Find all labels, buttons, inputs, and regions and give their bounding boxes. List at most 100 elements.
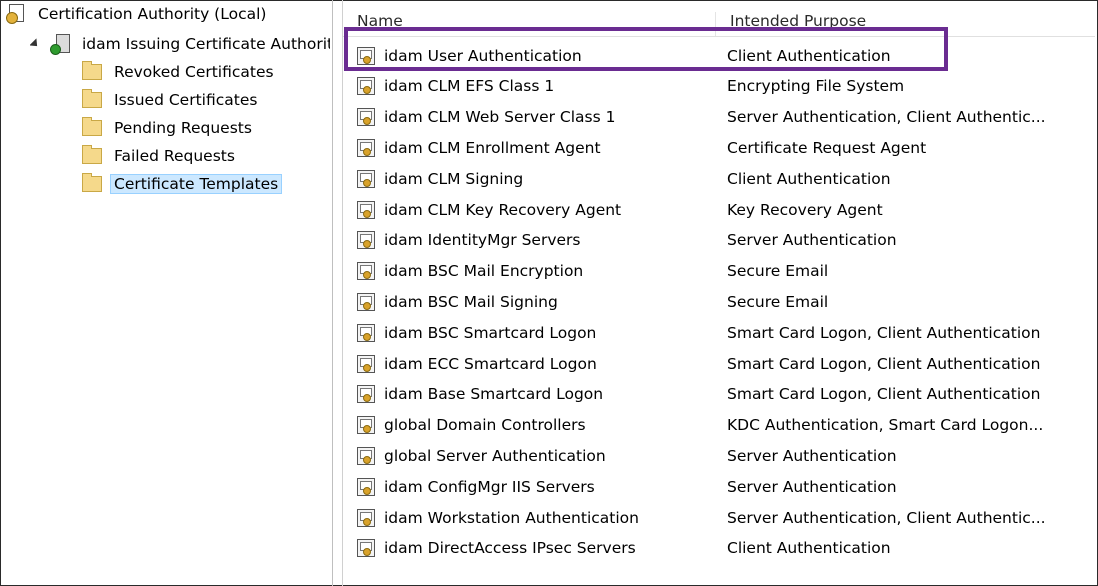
template-name: idam CLM EFS Class 1 [384,77,555,96]
intended-purpose: Server Authentication [727,477,897,496]
tree-item-label: Pending Requests [114,119,252,137]
name-cell: idam Workstation Authentication [343,508,727,527]
name-cell: idam CLM Signing [343,169,727,188]
table-row[interactable]: global Server Authentication Server Authe… [343,440,1095,471]
intended-purpose: Certificate Request Agent [727,138,927,157]
intended-purpose: Secure Email [727,262,829,281]
name-cell: idam BSC Mail Signing [343,292,727,311]
name-cell: idam ConfigMgr IIS Servers [343,477,727,496]
tree-item-pending[interactable]: Pending Requests [82,114,256,142]
table-row[interactable]: idam BSC Smartcard Logon Smart Card Logon… [343,317,1095,348]
intended-purpose: Key Recovery Agent [727,200,883,219]
certificate-template-icon [357,477,375,496]
tree-item-failed[interactable]: Failed Requests [82,142,239,170]
certificate-template-icon [357,231,375,250]
name-cell: idam CLM Web Server Class 1 [343,108,727,127]
console-tree: Certification Authority (Local) idam Iss… [0,0,333,586]
template-list: Name Intended Purpose idam User Authenti… [342,0,1095,586]
certificate-template-icon [357,169,375,188]
tree-item-label: Issued Certificates [114,91,258,109]
intended-purpose: Server Authentication [727,446,897,465]
certificate-template-icon [357,108,375,127]
table-row[interactable]: idam CLM Key Recovery Agent Key Recovery … [343,194,1095,225]
template-name: idam Base Smartcard Logon [384,385,604,404]
template-name: idam CLM Signing [384,169,524,188]
table-row[interactable]: idam CLM EFS Class 1 Encrypting File Syst… [343,71,1095,102]
tree-item-label: Certificate Templates [110,174,283,194]
certificate-template-icon [357,292,375,311]
table-row[interactable]: idam CLM Signing Client Authentication [343,163,1095,194]
intended-purpose: Client Authentication [727,46,891,65]
intended-purpose: Secure Email [727,292,829,311]
intended-purpose: KDC Authentication, Smart Card Logon... [727,416,1044,435]
column-header-name[interactable]: Name [343,12,713,36]
name-cell: idam User Authentication [343,46,727,65]
intended-purpose: Client Authentication [727,169,891,188]
table-row[interactable]: idam BSC Mail Encryption Secure Email [343,256,1095,287]
template-name: idam Workstation Authentication [384,508,639,527]
certificate-template-icon [357,77,375,96]
table-row[interactable]: idam Workstation Authentication Server Au… [343,502,1095,533]
tree-item-root[interactable]: Certification Authority (Local) [6,0,270,28]
folder-icon [82,89,102,108]
template-name: idam ECC Smartcard Logon [384,354,597,373]
intended-purpose: Server Authentication, Client Authentic.… [727,108,1046,127]
intended-purpose: Smart Card Logon, Client Authentication [727,354,1041,373]
table-row[interactable]: idam ConfigMgr IIS Servers Server Authent… [343,471,1095,502]
certificate-template-icon [357,385,375,404]
certificate-template-icon [357,354,375,373]
intended-purpose: Server Authentication, Client Authentic.… [727,508,1046,527]
template-name: idam CLM Enrollment Agent [384,138,601,157]
certificate-template-icon [357,539,375,558]
table-row[interactable]: idam Base Smartcard Logon Smart Card Logo… [343,379,1095,410]
tree-item-templates[interactable]: Certificate Templates [82,170,283,198]
intended-purpose: Server Authentication [727,231,897,250]
table-row[interactable]: idam CLM Enrollment Agent Certificate Req… [343,132,1095,163]
table-row[interactable]: idam DirectAccess IPsec Servers Client Au… [343,533,1095,564]
intended-purpose: Client Authentication [727,539,891,558]
name-cell: idam BSC Mail Encryption [343,262,727,281]
template-name: idam User Authentication [384,46,582,65]
name-cell: idam CLM Enrollment Agent [343,138,727,157]
table-row[interactable]: idam IdentityMgr Servers Server Authentic… [343,225,1095,256]
template-name: idam CLM Web Server Class 1 [384,108,616,127]
name-cell: global Domain Controllers [343,416,727,435]
certificate-template-icon [357,416,375,435]
certificate-template-icon [357,262,375,281]
name-cell: global Server Authentication [343,446,727,465]
name-cell: idam CLM Key Recovery Agent [343,200,727,219]
template-name: global Server Authentication [384,446,606,465]
certificate-template-icon [357,323,375,342]
intended-purpose: Smart Card Logon, Client Authentication [727,323,1041,342]
tree-item-label: idam Issuing Certificate Authority [82,35,330,53]
tree-item-issued[interactable]: Issued Certificates [82,86,261,114]
certificate-template-icon [357,138,375,157]
table-row[interactable]: idam User Authentication Client Authentic… [343,40,1095,71]
name-cell: idam ECC Smartcard Logon [343,354,727,373]
tree-item-ca[interactable]: idam Issuing Certificate Authority [30,30,330,58]
name-cell: idam CLM EFS Class 1 [343,77,727,96]
certificate-template-icon [357,446,375,465]
expand-arrow-icon[interactable] [30,38,41,50]
certificate-template-icon [357,200,375,219]
tree-item-revoked[interactable]: Revoked Certificates [82,58,278,86]
certificate-authority-icon [6,4,28,24]
table-row[interactable]: idam ECC Smartcard Logon Smart Card Logon… [343,348,1095,379]
name-cell: idam BSC Smartcard Logon [343,323,727,342]
folder-icon [82,117,102,136]
table-row[interactable]: idam CLM Web Server Class 1 Server Authen… [343,102,1095,133]
column-header-purpose[interactable]: Intended Purpose [715,12,1098,36]
certificate-template-icon [357,508,375,527]
intended-purpose: Encrypting File System [727,77,905,96]
template-name: global Domain Controllers [384,416,586,435]
template-name: idam BSC Mail Signing [384,292,558,311]
template-name: idam ConfigMgr IIS Servers [384,477,595,496]
ca-server-icon [50,34,70,55]
folder-icon [82,145,102,164]
tree-item-label: Revoked Certificates [114,63,274,81]
template-name: idam CLM Key Recovery Agent [384,200,622,219]
table-row[interactable]: global Domain Controllers KDC Authenticat… [343,410,1095,441]
intended-purpose: Smart Card Logon, Client Authentication [727,385,1041,404]
table-row[interactable]: idam BSC Mail Signing Secure Email [343,286,1095,317]
folder-icon [82,61,102,80]
